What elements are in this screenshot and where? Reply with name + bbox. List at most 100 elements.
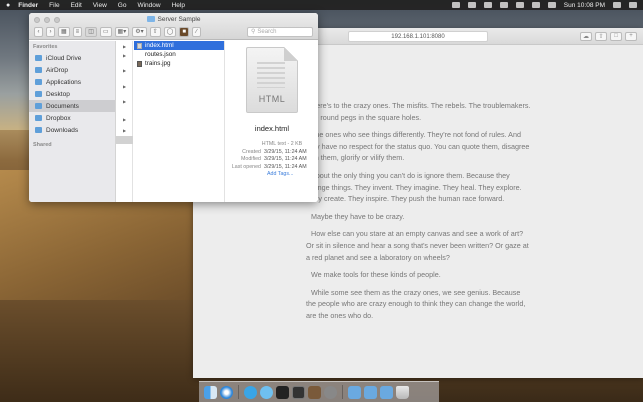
app-store-icon[interactable]	[244, 385, 257, 399]
trash-icon[interactable]	[396, 385, 409, 399]
desktop-icon	[35, 91, 42, 97]
apple-menu-icon[interactable]: ●	[6, 2, 10, 9]
finder-toolbar: ‹ › ▦ ≡ ◫ ▭ ▦▾ ⚙▾ ⇧ ◯ ■ ∕ ⚲ Search	[34, 26, 313, 37]
preview-metadata: HTML text - 2 KB Created 3/29/15, 11:24 A…	[226, 141, 318, 179]
preview-icon[interactable]	[308, 385, 321, 399]
list-view-button[interactable]: ≡	[72, 26, 83, 37]
dock	[199, 381, 439, 402]
menu-bar: ● Finder File Edit View Go Window Help S…	[0, 0, 643, 10]
sidebar-item-airdrop[interactable]: AirDrop	[29, 64, 115, 76]
menu-extras: Sun 10:08 PM	[451, 2, 637, 9]
cloud-icon	[35, 55, 42, 61]
tabs-button[interactable]: □	[610, 31, 622, 41]
sidebar-item-icloud-drive[interactable]: iCloud Drive	[29, 52, 115, 64]
dropbox-icon[interactable]	[451, 2, 460, 8]
wifi-icon[interactable]	[499, 2, 508, 8]
arrange-button[interactable]: ▦▾	[114, 26, 130, 37]
sidebar-item-applications[interactable]: Applications	[29, 76, 115, 88]
path-icon[interactable]: ∕	[191, 26, 201, 37]
html-file-icon	[137, 42, 142, 49]
folder-icon[interactable]	[380, 385, 393, 399]
applications-icon	[35, 79, 42, 85]
selected-folder-row[interactable]	[116, 136, 133, 144]
menu-finder[interactable]: Finder	[18, 2, 38, 9]
dropbox-folder-icon	[35, 115, 42, 121]
icon-view-button[interactable]: ▦	[58, 26, 70, 37]
folder-icon[interactable]	[348, 385, 361, 399]
coverflow-view-button[interactable]: ▭	[99, 26, 112, 37]
finder-titlebar: Server Sample ‹ › ▦ ≡ ◫ ▭ ▦▾ ⚙▾ ⇧ ◯ ■ ∕ …	[29, 13, 318, 40]
modified-label: Modified	[240, 156, 261, 162]
json-file-icon	[137, 52, 142, 58]
back-button[interactable]: ‹	[34, 26, 43, 37]
file-item-index-html[interactable]: index.html	[134, 41, 224, 50]
address-bar[interactable]: 192.168.1.101:8080	[348, 31, 488, 42]
activity-monitor-icon[interactable]	[292, 385, 305, 399]
document-icon-label: HTML	[258, 94, 286, 104]
sidebar-item-desktop[interactable]: Desktop	[29, 88, 115, 100]
terminal-icon[interactable]	[276, 385, 289, 399]
notification-center-icon[interactable]	[629, 2, 637, 8]
sidebar-item-documents[interactable]: Documents	[29, 100, 115, 112]
battery-icon[interactable]	[547, 2, 556, 8]
bluetooth-icon[interactable]	[483, 2, 492, 8]
disclosure-arrow-icon[interactable]: ▶	[123, 53, 126, 58]
search-placeholder: Search	[257, 28, 277, 35]
window-title: Server Sample	[29, 16, 318, 23]
menu-help[interactable]: Help	[172, 2, 185, 9]
article-paragraph: While some see them as the crazy ones, w…	[306, 287, 526, 320]
disclosure-arrow-icon[interactable]: ▶	[123, 44, 126, 49]
folder-icon	[146, 16, 155, 22]
app-icon[interactable]: ■	[179, 26, 189, 37]
icloud-tabs-button[interactable]: ☁	[580, 31, 592, 41]
menu-edit[interactable]: Edit	[71, 2, 82, 9]
share-icon[interactable]: ⇧	[149, 26, 161, 37]
safari-icon[interactable]	[220, 385, 233, 399]
search-field[interactable]: ⚲ Search	[247, 26, 313, 37]
created-value: 3/29/15, 11:24 AM	[264, 148, 307, 155]
article-paragraph: Here's to the crazy ones. The misfits. T…	[306, 101, 531, 122]
article-paragraph: Maybe they have to be crazy.	[311, 211, 405, 221]
volume-icon[interactable]	[515, 2, 524, 8]
forward-button[interactable]: ›	[46, 26, 55, 37]
browser-toolbar-right: ☁ ⇧ □ +	[577, 31, 637, 41]
disclosure-arrow-icon[interactable]: ▶	[123, 84, 126, 89]
finder-column-parent[interactable]: ▶ ▶ ▶ ▶ ▶ ▶ ▶	[116, 41, 133, 202]
share-button[interactable]: ⇧	[595, 31, 607, 41]
modified-value: 3/29/15, 11:24 AM	[264, 156, 307, 162]
clock-icon[interactable]	[467, 2, 476, 8]
add-tags-link[interactable]: Add Tags...	[226, 171, 318, 179]
menu-window[interactable]: Window	[137, 2, 160, 9]
sidebar-item-downloads[interactable]: Downloads	[29, 124, 115, 136]
file-item-routes-json[interactable]: routes.json	[134, 50, 224, 59]
finder-icon[interactable]	[204, 385, 217, 399]
new-tab-button[interactable]: +	[625, 31, 637, 41]
clock-text[interactable]: Sun 10:08 PM	[564, 2, 605, 9]
downloads-icon	[35, 127, 42, 133]
finder-window: Server Sample ‹ › ▦ ≡ ◫ ▭ ▦▾ ⚙▾ ⇧ ◯ ■ ∕ …	[29, 13, 318, 202]
folder-icon[interactable]	[364, 385, 377, 399]
created-label: Created	[242, 148, 261, 155]
file-item-trains-jpg[interactable]: trains.jpg	[134, 59, 224, 68]
disclosure-arrow-icon[interactable]: ▶	[123, 68, 126, 73]
disclosure-arrow-icon[interactable]: ▶	[123, 99, 126, 104]
messages-icon[interactable]	[260, 385, 273, 399]
menu-go[interactable]: Go	[118, 2, 127, 9]
menu-view[interactable]: View	[93, 2, 107, 9]
article-paragraph: How else can you stare at an empty canva…	[306, 229, 529, 262]
shared-header: Shared	[33, 142, 52, 148]
favorites-header: Favorites	[33, 44, 58, 50]
airdrop-icon	[35, 67, 42, 73]
spotlight-icon[interactable]	[613, 2, 621, 8]
flag-icon[interactable]	[531, 2, 540, 8]
sidebar-item-dropbox[interactable]: Dropbox	[29, 112, 115, 124]
article-paragraph: We make tools for these kinds of people.	[311, 270, 441, 280]
menu-file[interactable]: File	[49, 2, 59, 9]
tag-icon[interactable]: ◯	[163, 26, 177, 37]
disclosure-arrow-icon[interactable]: ▶	[123, 128, 126, 133]
column-view-button[interactable]: ◫	[85, 26, 97, 37]
microphone-icon[interactable]	[324, 385, 337, 399]
action-button[interactable]: ⚙▾	[132, 26, 147, 37]
preview-kind: HTML text - 2 KB	[261, 141, 303, 147]
disclosure-arrow-icon[interactable]: ▶	[123, 117, 126, 122]
